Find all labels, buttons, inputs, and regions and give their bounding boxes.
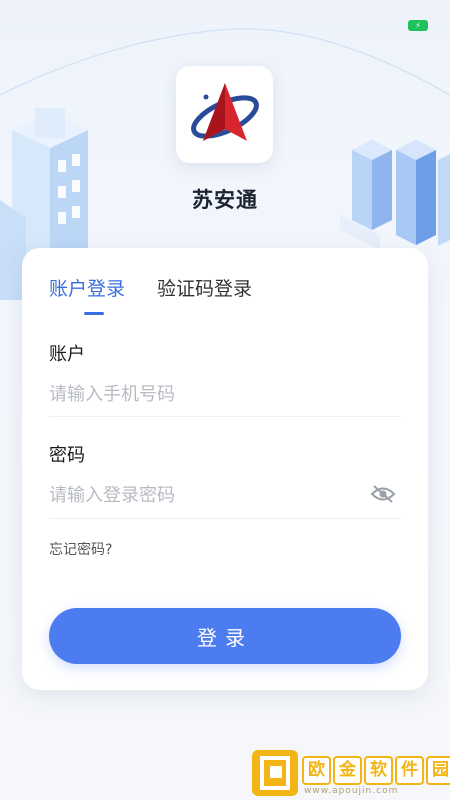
- tab-sms-login[interactable]: 验证码登录: [157, 274, 252, 301]
- watermark-char: 件: [395, 756, 424, 785]
- app-logo-icon: [190, 82, 259, 141]
- password-input[interactable]: [49, 475, 359, 515]
- watermark-char: 金: [333, 756, 362, 785]
- watermark-char: 园: [426, 756, 450, 785]
- battery-icon: ⚡: [408, 20, 428, 31]
- app-name: 苏安通: [192, 188, 258, 212]
- account-input[interactable]: [49, 374, 399, 414]
- forgot-password-link[interactable]: 忘记密码?: [49, 539, 112, 559]
- account-label: 账户: [49, 344, 85, 365]
- password-label: 密码: [49, 445, 85, 466]
- active-tab-indicator: [84, 312, 104, 315]
- account-divider: [49, 416, 401, 417]
- login-card: 账户登录 验证码登录 账户 密码 忘记密码? 登录: [22, 248, 428, 690]
- watermark-title: 欧 金 软 件 园: [302, 756, 450, 785]
- password-divider: [49, 518, 401, 519]
- app-logo: [176, 66, 273, 163]
- watermark: 欧 金 软 件 园 www.apoujin.com: [252, 750, 450, 800]
- tab-account-login[interactable]: 账户登录: [49, 274, 125, 301]
- watermark-url: www.apoujin.com: [304, 786, 399, 796]
- login-button[interactable]: 登录: [49, 608, 401, 664]
- eye-off-icon: [370, 485, 396, 503]
- watermark-logo: [252, 750, 298, 796]
- watermark-char: 欧: [302, 756, 331, 785]
- password-visibility-toggle[interactable]: [368, 481, 398, 507]
- watermark-char: 软: [364, 756, 393, 785]
